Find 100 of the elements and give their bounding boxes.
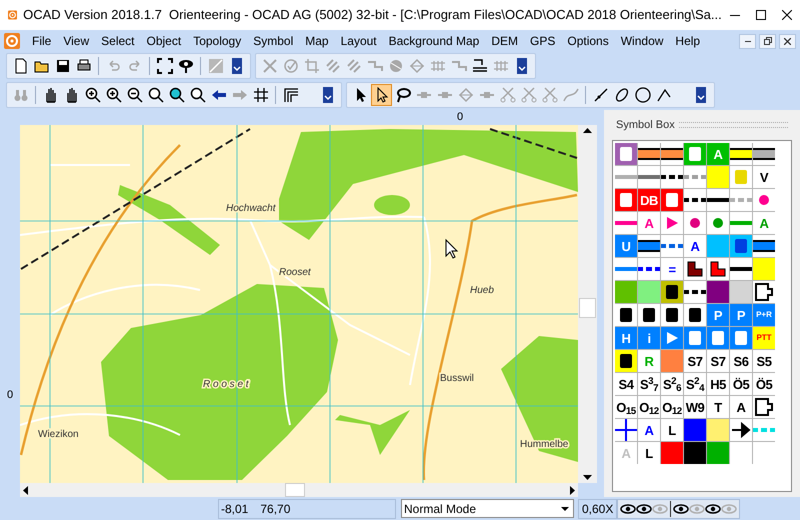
symbol-swatch[interactable] bbox=[661, 189, 683, 211]
symbol-swatch[interactable]: O$_{12}$ bbox=[661, 396, 683, 418]
symbol-swatch[interactable] bbox=[707, 235, 729, 257]
symbol-swatch[interactable] bbox=[730, 189, 752, 211]
symbol-swatch[interactable]: V bbox=[753, 166, 775, 188]
symbol-swatch[interactable] bbox=[707, 327, 729, 349]
symbol-swatch[interactable]: PTT bbox=[753, 327, 775, 349]
symbol-swatch[interactable] bbox=[753, 419, 775, 441]
symbol-swatch[interactable]: DB bbox=[638, 189, 660, 211]
symbol-swatch[interactable]: A bbox=[638, 212, 660, 234]
symbol-swatch[interactable]: O$_{12}$ bbox=[638, 396, 660, 418]
symbol-swatch[interactable]: S4 bbox=[615, 373, 637, 395]
restore-button[interactable] bbox=[759, 34, 776, 48]
symbol-swatch[interactable] bbox=[684, 419, 706, 441]
symbol-swatch[interactable] bbox=[638, 258, 660, 280]
menu-item[interactable]: View bbox=[57, 30, 96, 52]
vertical-scrollbar[interactable] bbox=[578, 125, 597, 483]
symbol-swatch[interactable] bbox=[707, 212, 729, 234]
symbol-swatch[interactable]: Ö5 bbox=[730, 373, 752, 395]
symbol-swatch[interactable] bbox=[638, 281, 660, 303]
symbol-swatch[interactable]: S5 bbox=[753, 350, 775, 372]
menu-item[interactable]: DEM bbox=[485, 30, 524, 52]
symbol-swatch[interactable]: S7 bbox=[707, 350, 729, 372]
symbol-swatch[interactable] bbox=[661, 212, 683, 234]
menu-item[interactable]: GPS bbox=[524, 30, 562, 52]
symbol-swatch[interactable]: O$_{15}$ bbox=[615, 396, 637, 418]
symbol-swatch[interactable] bbox=[753, 258, 775, 280]
symbol-swatch[interactable] bbox=[753, 235, 775, 257]
scroll-thumb[interactable] bbox=[285, 483, 305, 497]
symbol-swatch[interactable]: H5 bbox=[707, 373, 729, 395]
scroll-thumb[interactable] bbox=[579, 298, 596, 318]
toolbar-button[interactable] bbox=[154, 55, 175, 77]
symbol-swatch[interactable] bbox=[707, 419, 729, 441]
eye-icon[interactable] bbox=[705, 502, 722, 514]
symbol-swatch[interactable] bbox=[730, 258, 752, 280]
symbol-swatch[interactable] bbox=[661, 442, 683, 464]
symbol-swatch[interactable]: i bbox=[638, 327, 660, 349]
symbol-swatch[interactable] bbox=[615, 258, 637, 280]
menu-item[interactable]: Object bbox=[140, 30, 188, 52]
symbol-swatch[interactable] bbox=[707, 258, 729, 280]
symbol-swatch[interactable]: U bbox=[615, 235, 637, 257]
symbol-swatch[interactable] bbox=[638, 304, 660, 326]
symbol-swatch[interactable]: P+R bbox=[753, 304, 775, 326]
symbol-swatch[interactable]: P bbox=[707, 304, 729, 326]
eye-icon[interactable] bbox=[673, 502, 690, 514]
symbol-swatch[interactable] bbox=[615, 166, 637, 188]
symbol-swatch[interactable] bbox=[753, 189, 775, 211]
menu-item[interactable]: Window bbox=[614, 30, 670, 52]
symbol-swatch[interactable] bbox=[707, 166, 729, 188]
menu-item[interactable]: Help bbox=[669, 30, 706, 52]
symbol-swatch[interactable]: P bbox=[730, 304, 752, 326]
symbol-swatch[interactable] bbox=[684, 143, 706, 165]
symbol-swatch[interactable] bbox=[730, 281, 752, 303]
symbol-swatch[interactable] bbox=[684, 304, 706, 326]
menu-item[interactable]: Select bbox=[95, 30, 140, 52]
symbol-swatch[interactable]: A bbox=[730, 396, 752, 418]
menu-item[interactable]: Options bbox=[561, 30, 615, 52]
symbol-swatch[interactable] bbox=[753, 281, 775, 303]
symbol-swatch[interactable] bbox=[730, 327, 752, 349]
symbol-swatch[interactable] bbox=[707, 281, 729, 303]
symbol-swatch[interactable] bbox=[684, 258, 706, 280]
symbol-swatch[interactable] bbox=[615, 304, 637, 326]
symbol-swatch[interactable] bbox=[730, 212, 752, 234]
symbol-swatch[interactable] bbox=[615, 212, 637, 234]
symbol-swatch[interactable] bbox=[684, 327, 706, 349]
menu-item[interactable]: Map bbox=[299, 30, 335, 52]
eye-icon[interactable] bbox=[636, 502, 652, 514]
symbol-swatch[interactable] bbox=[730, 166, 752, 188]
symbol-swatch[interactable] bbox=[661, 281, 683, 303]
symbol-swatch[interactable] bbox=[684, 442, 706, 464]
symbol-swatch[interactable] bbox=[615, 350, 637, 372]
close-button[interactable] bbox=[779, 34, 796, 48]
toolbar-button[interactable] bbox=[371, 84, 392, 106]
symbol-swatch[interactable]: S7 bbox=[684, 350, 706, 372]
symbol-swatch[interactable] bbox=[615, 189, 637, 211]
symbol-swatch[interactable] bbox=[661, 166, 683, 188]
symbol-swatch[interactable] bbox=[661, 327, 683, 349]
symbol-swatch[interactable] bbox=[684, 189, 706, 211]
horizontal-scrollbar[interactable] bbox=[20, 483, 578, 497]
symbol-swatch[interactable]: Ö5 bbox=[753, 373, 775, 395]
symbol-swatch[interactable] bbox=[707, 442, 729, 464]
symbol-swatch[interactable] bbox=[684, 281, 706, 303]
menu-item[interactable]: Layout bbox=[334, 30, 383, 52]
menu-item[interactable]: File bbox=[26, 30, 58, 52]
symbol-swatch[interactable] bbox=[638, 143, 660, 165]
symbol-swatch[interactable] bbox=[638, 166, 660, 188]
symbol-swatch[interactable] bbox=[615, 143, 637, 165]
symbol-swatch[interactable] bbox=[753, 396, 775, 418]
symbol-swatch[interactable] bbox=[661, 350, 683, 372]
menu-item[interactable]: Symbol bbox=[247, 30, 300, 52]
symbol-swatch[interactable]: T bbox=[707, 396, 729, 418]
minimize-button[interactable] bbox=[739, 34, 756, 48]
app-logo-icon[interactable] bbox=[4, 33, 20, 49]
mode-dropdown[interactable]: Normal Mode bbox=[401, 499, 574, 518]
symbol-swatch[interactable]: H bbox=[615, 327, 637, 349]
symbol-swatch[interactable] bbox=[707, 189, 729, 211]
symbol-swatch[interactable]: L bbox=[638, 442, 660, 464]
symbol-swatch[interactable]: L bbox=[661, 419, 683, 441]
symbol-swatch[interactable]: A bbox=[638, 419, 660, 441]
symbol-swatch[interactable]: S6 bbox=[730, 350, 752, 372]
